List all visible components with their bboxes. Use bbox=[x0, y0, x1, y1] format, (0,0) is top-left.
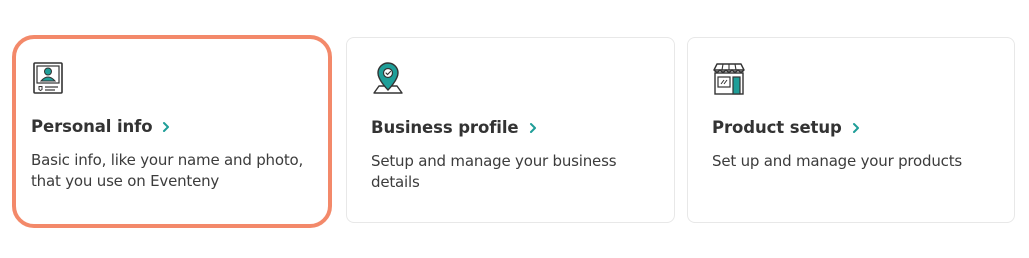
map-pin-icon bbox=[373, 62, 403, 94]
card-title: Personal info bbox=[31, 117, 153, 136]
business-profile-card[interactable]: Business profile Setup and manage your b… bbox=[346, 37, 675, 223]
chevron-right-icon bbox=[852, 122, 859, 133]
card-title: Business profile bbox=[371, 118, 519, 137]
card-description: Basic info, like your name and photo, th… bbox=[31, 151, 304, 190]
chevron-right-icon bbox=[163, 121, 170, 132]
card-title: Product setup bbox=[712, 118, 842, 137]
card-description: Set up and manage your products bbox=[712, 152, 963, 170]
card-description: Setup and manage your business details bbox=[371, 152, 617, 191]
storefront-icon bbox=[713, 63, 745, 95]
chevron-right-icon bbox=[529, 122, 536, 133]
product-setup-card[interactable]: Product setup Set up and manage your pro… bbox=[687, 37, 1015, 223]
id-card-icon bbox=[33, 62, 63, 94]
personal-info-card[interactable]: Personal info Basic info, like your name… bbox=[12, 35, 332, 228]
